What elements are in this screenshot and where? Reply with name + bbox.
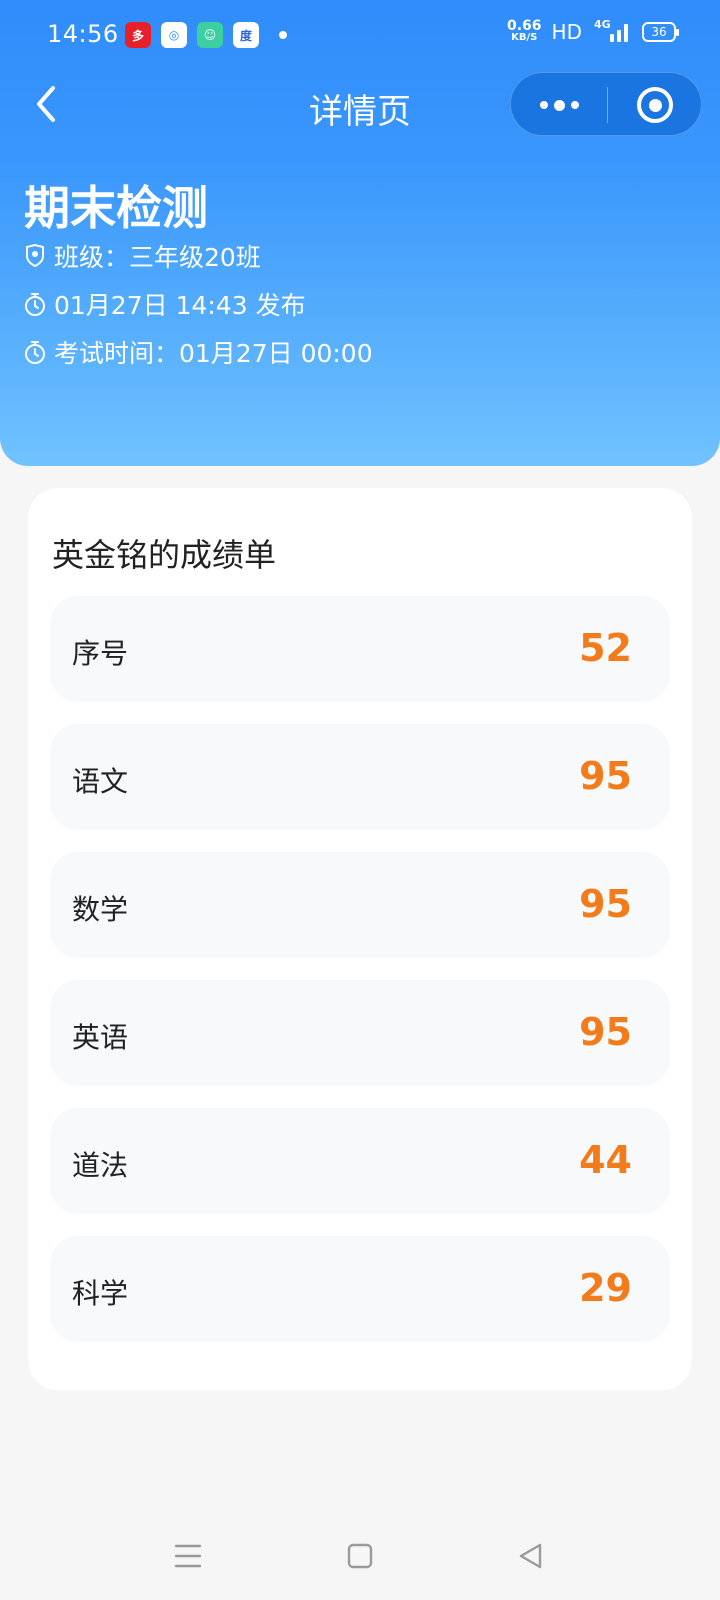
score-row-chinese: 语文 95	[50, 724, 670, 830]
report-card: 英金铭的成绩单 序号 52 语文 95 数学 95 英语 95 道法 44 科学…	[28, 488, 692, 1390]
score-row-science: 科学 29	[50, 1236, 670, 1342]
miniprogram-capsule	[510, 72, 702, 136]
menu-icon	[174, 1544, 202, 1568]
status-bar: 14:56 多 ◎ ☺ 度 0.66 KB/S HD 4G 36	[0, 0, 720, 72]
shield-icon	[24, 244, 46, 268]
status-indicators: 0.66 KB/S HD 4G 36	[507, 18, 679, 44]
close-miniprogram-button[interactable]	[607, 73, 703, 137]
score-value: 29	[579, 1266, 632, 1310]
browser-app-icon: ◎	[161, 22, 187, 48]
notification-icons: 多 ◎ ☺ 度	[125, 22, 287, 48]
network-speed: 0.66 KB/S	[507, 18, 542, 43]
score-value: 95	[579, 1010, 632, 1054]
score-label: 英语	[72, 1021, 129, 1054]
exam-time-info: 考试时间：01月27日 00:00	[24, 334, 373, 370]
score-label: 序号	[72, 637, 129, 670]
battery-icon: 36	[642, 22, 679, 42]
more-notifications-dot	[279, 31, 287, 39]
score-row-math: 数学 95	[50, 852, 670, 958]
target-icon	[637, 87, 673, 123]
publish-info: 01月27日 14:43 发布	[24, 286, 306, 322]
score-value: 44	[579, 1138, 632, 1182]
score-label: 语文	[72, 765, 129, 798]
chat-app-icon: ☺	[197, 22, 223, 48]
triangle-back-icon	[519, 1543, 542, 1569]
stopwatch-icon	[24, 292, 46, 316]
score-value: 95	[579, 754, 632, 798]
signal-icon: 4G	[592, 18, 632, 44]
status-time: 14:56	[47, 20, 119, 48]
more-icon	[539, 101, 548, 109]
score-label: 道法	[72, 1149, 129, 1182]
class-info: 班级：三年级20班	[24, 238, 261, 274]
report-title: 英金铭的成绩单	[52, 536, 277, 574]
score-row-morality-law: 道法 44	[50, 1108, 670, 1214]
system-navigation-bar	[0, 1510, 720, 1600]
score-row-english: 英语 95	[50, 980, 670, 1086]
exam-title: 期末检测	[24, 181, 208, 235]
score-label: 数学	[72, 893, 129, 926]
score-label: 科学	[72, 1277, 129, 1310]
header-banner: 14:56 多 ◎ ☺ 度 0.66 KB/S HD 4G 36 详情页 期末检…	[0, 0, 720, 466]
baidu-app-icon: 度	[233, 22, 259, 48]
home-button[interactable]	[340, 1536, 380, 1576]
stopwatch-icon	[24, 340, 46, 364]
hd-indicator: HD	[551, 20, 582, 44]
score-value: 52	[579, 626, 632, 670]
score-row-number: 序号 52	[50, 596, 670, 702]
more-button[interactable]	[511, 73, 607, 137]
score-value: 95	[579, 882, 632, 926]
square-icon	[347, 1543, 373, 1569]
shopping-app-icon: 多	[125, 22, 151, 48]
system-back-button[interactable]	[510, 1536, 550, 1576]
menu-button[interactable]	[168, 1536, 208, 1576]
